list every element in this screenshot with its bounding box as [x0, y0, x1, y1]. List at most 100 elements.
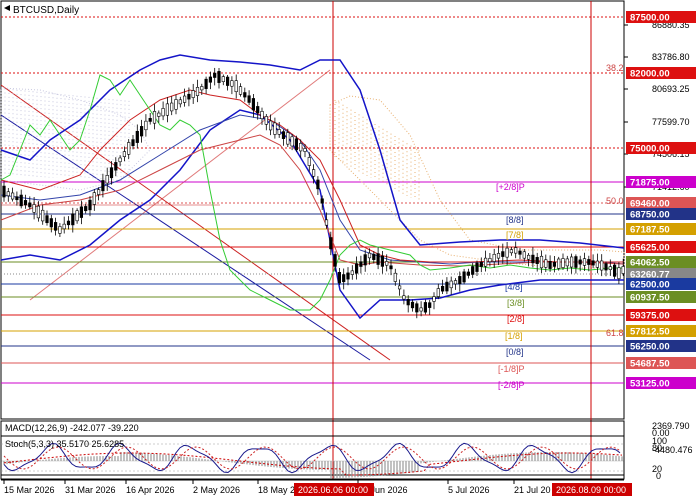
candle-body[interactable]	[243, 92, 247, 98]
candle-body[interactable]	[260, 111, 264, 119]
candle-body[interactable]	[187, 93, 191, 100]
candle-body[interactable]	[58, 226, 62, 234]
candle-body[interactable]	[234, 80, 238, 93]
candle-body[interactable]	[453, 280, 458, 285]
candle-body[interactable]	[273, 122, 277, 135]
candle-body[interactable]	[514, 247, 518, 254]
price-axis[interactable]: 86880.3583786.8080693.2577599.7074506.15…	[624, 11, 696, 390]
candle-body[interactable]	[367, 252, 372, 259]
candle-body[interactable]	[565, 258, 569, 267]
candle-body[interactable]	[475, 262, 479, 272]
candle-body[interactable]	[578, 259, 582, 265]
candle-body[interactable]	[230, 80, 234, 87]
candle-body[interactable]	[208, 76, 213, 83]
candle-body[interactable]	[415, 303, 419, 313]
candle-body[interactable]	[45, 215, 49, 224]
candle-body[interactable]	[101, 180, 105, 192]
candle-body[interactable]	[41, 209, 45, 222]
candle-body[interactable]	[548, 261, 552, 269]
candle-body[interactable]	[561, 258, 565, 268]
candle-body[interactable]	[307, 157, 311, 166]
candle-body[interactable]	[436, 288, 440, 297]
candle-body[interactable]	[148, 118, 152, 122]
candle-body[interactable]	[281, 131, 286, 139]
candle-body[interactable]	[324, 219, 329, 226]
candle-body[interactable]	[600, 260, 604, 271]
candle-body[interactable]	[410, 301, 415, 309]
candle-body[interactable]	[299, 143, 303, 152]
candle-body[interactable]	[350, 270, 354, 275]
candle-body[interactable]	[140, 126, 144, 137]
candle-body[interactable]	[406, 298, 410, 306]
candle-body[interactable]	[114, 162, 118, 171]
candle-body[interactable]	[6, 191, 10, 197]
candle-body[interactable]	[75, 210, 79, 222]
candle-body[interactable]	[402, 295, 406, 300]
candle-body[interactable]	[238, 86, 243, 95]
candle-body[interactable]	[393, 272, 397, 282]
candle-body[interactable]	[152, 111, 157, 124]
candle-body[interactable]	[479, 261, 483, 267]
candle-body[interactable]	[385, 261, 389, 266]
candle-body[interactable]	[376, 253, 380, 265]
candle-body[interactable]	[97, 189, 101, 195]
candle-body[interactable]	[62, 223, 66, 230]
candle-body[interactable]	[483, 257, 488, 267]
candle-body[interactable]	[217, 71, 221, 83]
candle-body[interactable]	[617, 267, 621, 279]
candle-body[interactable]	[23, 200, 28, 206]
candle-body[interactable]	[522, 251, 526, 259]
candle-body[interactable]	[131, 139, 135, 147]
candle-body[interactable]	[264, 116, 268, 125]
candle-body[interactable]	[277, 129, 281, 135]
candle-body[interactable]	[71, 213, 75, 226]
candle-body[interactable]	[466, 271, 471, 276]
candle-body[interactable]	[174, 99, 178, 110]
candle-body[interactable]	[170, 102, 174, 112]
candle-body[interactable]	[440, 285, 445, 292]
candle-body[interactable]	[363, 254, 367, 266]
collapse-triangle-icon[interactable]	[4, 5, 10, 11]
candle-body[interactable]	[303, 148, 307, 152]
candle-body[interactable]	[15, 196, 19, 201]
candle-body[interactable]	[316, 179, 320, 190]
candle-body[interactable]	[105, 175, 109, 184]
candle-body[interactable]	[582, 258, 587, 266]
candle-body[interactable]	[251, 98, 256, 111]
candle-body[interactable]	[213, 72, 217, 78]
candle-body[interactable]	[501, 251, 505, 257]
candle-body[interactable]	[333, 254, 337, 267]
candle-body[interactable]	[127, 142, 131, 155]
candle-body[interactable]	[36, 205, 40, 219]
candle-body[interactable]	[329, 237, 333, 250]
candle-body[interactable]	[32, 204, 36, 213]
candle-body[interactable]	[608, 266, 612, 270]
candle-body[interactable]	[604, 263, 608, 271]
candle-body[interactable]	[204, 78, 208, 89]
candle-body[interactable]	[432, 296, 436, 302]
candle-body[interactable]	[372, 253, 376, 260]
candle-body[interactable]	[496, 253, 501, 259]
candle-body[interactable]	[557, 258, 561, 269]
candle-body[interactable]	[294, 138, 299, 151]
candle-body[interactable]	[518, 250, 522, 255]
candle-body[interactable]	[53, 222, 58, 231]
macd-panel[interactable]: MACD(12,26,9) -242.077 -39.220	[0, 420, 625, 478]
candle-body[interactable]	[449, 280, 453, 289]
candle-body[interactable]	[526, 254, 531, 260]
candle-body[interactable]	[286, 132, 290, 145]
candle-body[interactable]	[84, 206, 88, 212]
candle-body[interactable]	[531, 254, 535, 264]
candle-body[interactable]	[389, 265, 393, 270]
chart-canvas[interactable]: [+2/8]P [8/8] [7/8] [4/8] [3/8] [2/8] [1/8] [0/…	[0, 0, 700, 500]
candle-body[interactable]	[342, 274, 346, 283]
candle-body[interactable]	[2, 185, 6, 198]
candle-body[interactable]	[445, 281, 449, 292]
candle-body[interactable]	[423, 302, 428, 313]
main-panel[interactable]: [+2/8]P [8/8] [7/8] [4/8] [3/8] [2/8] [1/8] [0/…	[0, 0, 625, 480]
candle-body[interactable]	[157, 112, 161, 117]
candle-body[interactable]	[195, 87, 200, 96]
candle-body[interactable]	[66, 220, 71, 226]
candle-body[interactable]	[380, 255, 385, 267]
candle-body[interactable]	[587, 259, 591, 265]
